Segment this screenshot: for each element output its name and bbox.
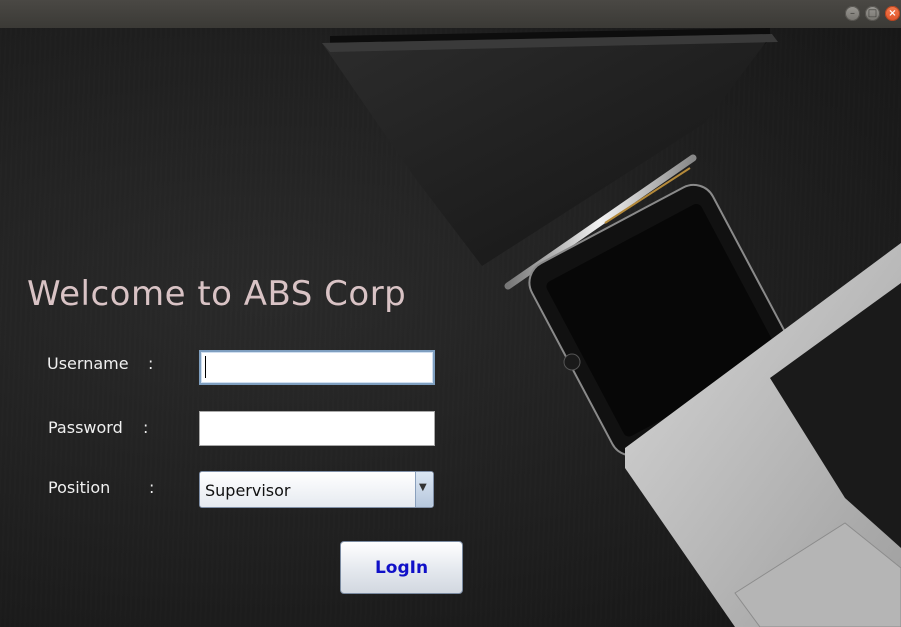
password-colon: : — [143, 418, 149, 437]
minimize-button[interactable]: – — [845, 6, 860, 21]
position-label: Position — [48, 478, 111, 497]
maximize-icon: □ — [867, 8, 878, 19]
password-label: Password — [48, 418, 123, 437]
chevron-down-icon: ▼ — [419, 482, 427, 493]
login-window: – □ × Welcome to ABS Corp Username: Pas… — [0, 0, 901, 627]
welcome-heading: Welcome to ABS Corp — [27, 274, 407, 314]
position-dropdown[interactable]: Supervisor ▼ — [199, 471, 434, 508]
title-bar: – □ × — [0, 0, 901, 28]
password-input[interactable] — [199, 411, 435, 446]
text-caret — [205, 356, 206, 378]
close-button[interactable]: × — [885, 6, 900, 21]
desk-illustration — [322, 28, 901, 627]
login-button[interactable]: LogIn — [340, 541, 463, 594]
maximize-button[interactable]: □ — [865, 6, 880, 21]
close-icon: × — [888, 8, 897, 19]
minimize-icon: – — [850, 8, 855, 19]
dropdown-arrow-button[interactable]: ▼ — [415, 472, 433, 507]
username-label: Username — [47, 354, 129, 373]
position-selected-value: Supervisor — [205, 481, 291, 500]
username-colon: : — [148, 354, 154, 373]
username-input[interactable] — [199, 350, 435, 385]
position-colon: : — [149, 478, 155, 497]
